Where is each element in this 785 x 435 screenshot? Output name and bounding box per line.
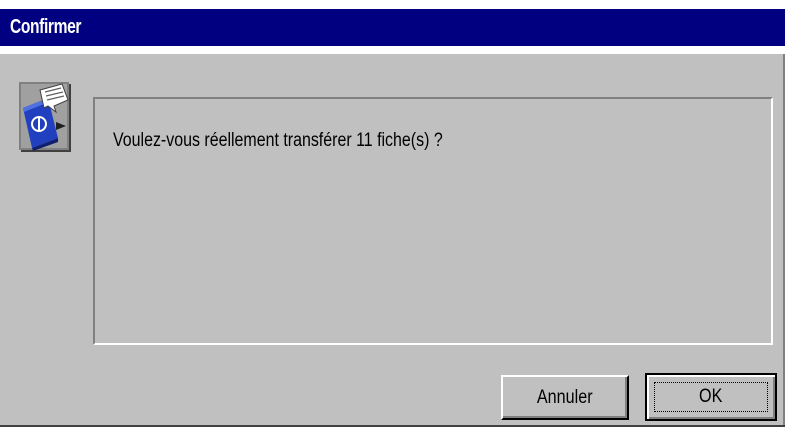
cancel-button-label: Annuler (537, 386, 593, 408)
dialog-title: Confirmer (10, 16, 82, 38)
title-bar[interactable]: Confirmer (0, 9, 785, 46)
ok-button[interactable]: OK (645, 373, 777, 421)
confirmation-message: Voulez-vous réellement transférer 11 fic… (113, 130, 443, 151)
confirm-dialog: Confirmer Voulez-vous réellement transfé… (0, 0, 785, 435)
cancel-button[interactable]: Annuler (501, 375, 629, 420)
ok-button-label: OK (699, 386, 723, 407)
message-panel: Voulez-vous réellement transférer 11 fic… (93, 97, 773, 345)
dialog-bottom-edge (0, 425, 785, 427)
database-transfer-icon (19, 82, 71, 152)
